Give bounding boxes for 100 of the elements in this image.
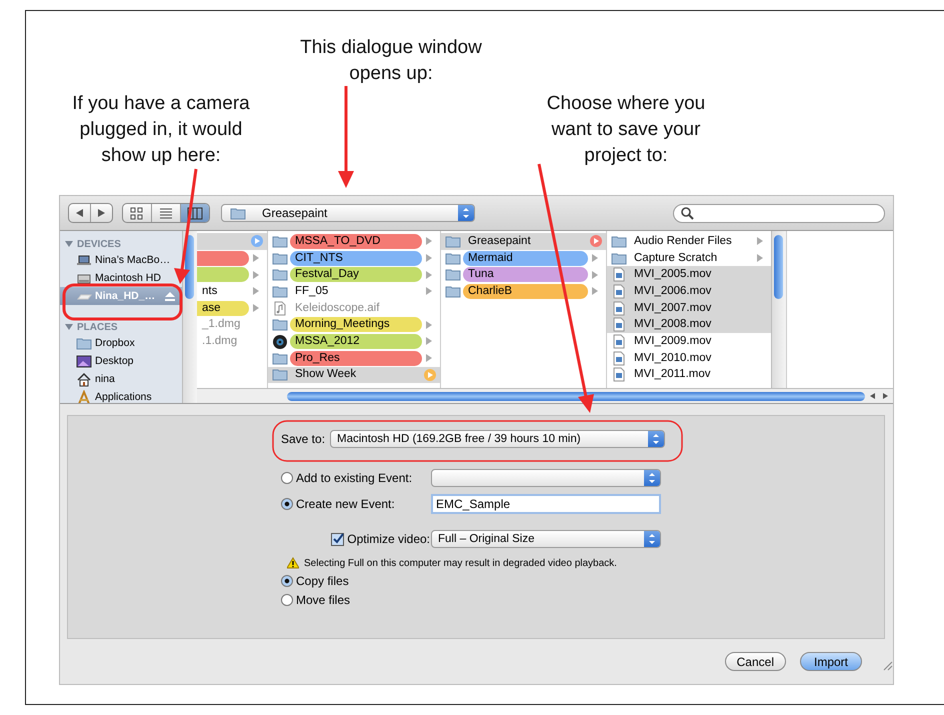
file-row[interactable]: MVI_2011.mov (607, 366, 771, 384)
file-row[interactable]: MVI_2006.mov (607, 283, 771, 300)
folder-icon (272, 234, 288, 249)
section-heading: PLACES (77, 322, 118, 332)
section-heading: DEVICES (77, 238, 121, 250)
file-row[interactable]: MVI_2005.mov (607, 266, 771, 284)
dialog-button[interactable]: Import (800, 652, 862, 671)
sidebar-item[interactable]: Desktop (60, 352, 136, 370)
folder-icon (272, 284, 288, 299)
file-row[interactable]: MVI_2007.mov (607, 300, 771, 316)
file-row[interactable]: Morning_Meetings (268, 316, 440, 334)
color-label: CIT_NTS (290, 250, 422, 266)
file-row[interactable]: Tuna (441, 266, 606, 284)
sidebar-item[interactable]: Applications (60, 388, 154, 403)
resize-grip-icon[interactable] (881, 659, 893, 671)
save-to-popup[interactable]: Macintosh HD (169.2GB free / 39 hours 10 min) (330, 430, 666, 448)
search-icon (680, 206, 694, 220)
movie-file-icon (611, 367, 627, 382)
folder-icon (611, 234, 627, 249)
file-row[interactable]: Pro_Res (268, 350, 440, 366)
radio-label: Add to existing Event: (296, 471, 412, 485)
color-label: CharlieB (463, 284, 588, 299)
scrollbar[interactable] (182, 231, 197, 403)
sidebar-item[interactable]: Macintosh HD (60, 269, 163, 287)
icon-view-icon (129, 206, 145, 220)
stepper-arrows-icon (648, 533, 656, 545)
color-label: Festval_Day (290, 267, 422, 282)
annotation-text: If you have a camera plugged in, it would show up here: (71, 92, 251, 168)
forward-arrow-icon (97, 208, 106, 218)
checkbox-label: Optimize video: (347, 532, 430, 546)
file-row[interactable]: Show Week (268, 366, 440, 384)
stepper-arrows-icon (652, 433, 660, 445)
checkbox[interactable] (331, 532, 344, 546)
file-row[interactable]: MVI_2008.mov (607, 316, 771, 334)
event-name-field[interactable]: EMC_Sample (431, 494, 661, 514)
file-row[interactable]: CIT_NTS (268, 250, 440, 266)
movie-file-icon (611, 317, 627, 332)
scroll-arrows-icon[interactable] (869, 392, 889, 400)
eject-icon[interactable] (164, 290, 176, 302)
radio-button[interactable] (281, 472, 293, 484)
file-row[interactable]: nts (197, 283, 267, 300)
movie-file-icon (611, 284, 627, 299)
movie-file-icon (611, 350, 627, 366)
color-label: Mermaid (463, 250, 588, 266)
search-field[interactable] (673, 204, 885, 222)
file-row[interactable]: ase (197, 300, 267, 316)
folder-icon (272, 267, 288, 282)
movie-file-icon (611, 267, 627, 282)
file-row[interactable]: FF_05 (268, 283, 440, 300)
back-arrow-icon (75, 208, 84, 218)
color-label: MSSA_TO_DVD (290, 234, 422, 249)
folder-icon (445, 234, 461, 249)
pencil-ruler-icon (76, 390, 92, 403)
folder-icon (272, 250, 288, 266)
folder-icon (272, 317, 288, 332)
event-popup[interactable] (431, 469, 661, 487)
warning-text: Selecting Full on this computer may result in degraded video playback. (304, 558, 617, 568)
sidebar-item[interactable]: nina (60, 370, 117, 388)
disclosure-triangle-icon[interactable] (64, 322, 74, 332)
home-icon (76, 372, 92, 386)
music-file-icon (272, 300, 288, 316)
file-row[interactable]: CharlieB (441, 283, 606, 300)
column-view-icon (187, 206, 203, 220)
file-row[interactable]: Audio Render Files (607, 233, 771, 250)
scrollbar[interactable] (771, 231, 787, 388)
file-row[interactable]: MVI_2009.mov (607, 333, 771, 350)
laptop-icon (76, 252, 92, 268)
disclosure-triangle-icon[interactable] (64, 239, 74, 249)
file-row[interactable]: MSSA_TO_DVD (268, 233, 440, 250)
radio-label: Move files (296, 592, 350, 606)
horizontal-scrollbar[interactable] (197, 388, 893, 403)
radio-button[interactable] (281, 574, 293, 586)
movie-file-icon (611, 334, 627, 349)
sidebar-item[interactable]: Dropbox (60, 334, 137, 352)
color-label: Tuna (463, 267, 588, 282)
file-row[interactable]: Capture Scratch (607, 250, 771, 266)
movie-file-icon (611, 300, 627, 316)
dialog-button[interactable]: Cancel (724, 652, 786, 671)
folder-icon (272, 367, 288, 382)
file-row[interactable]: Festval_Day (268, 266, 440, 284)
stepper-arrows-icon (648, 472, 656, 484)
color-label: ase (197, 300, 249, 316)
warning-icon (287, 557, 299, 569)
color-label: Morning_Meetings (290, 317, 422, 332)
file-row[interactable]: MSSA_2012 (268, 333, 440, 350)
file-row[interactable]: Greasepaint (441, 233, 606, 250)
path-popup[interactable]: Greasepaint (221, 204, 475, 222)
sidebar-item[interactable]: Nina’s MacBo… (60, 251, 172, 269)
radio-button[interactable] (281, 498, 293, 510)
optimize-popup[interactable]: Full – Original Size (431, 530, 661, 548)
file-row[interactable]: Mermaid (441, 250, 606, 266)
save-to-label: Save to: (281, 432, 326, 446)
folder-icon (445, 284, 461, 299)
file-row[interactable]: MVI_2010.mov (607, 350, 771, 366)
radio-label: Copy files (296, 574, 349, 588)
folder-icon (230, 206, 246, 220)
radio-button[interactable] (281, 594, 293, 606)
annotation-text: This dialogue window opens up: (299, 36, 483, 86)
color-label: Pro_Res (290, 350, 422, 366)
color-label: MSSA_2012 (290, 334, 422, 349)
